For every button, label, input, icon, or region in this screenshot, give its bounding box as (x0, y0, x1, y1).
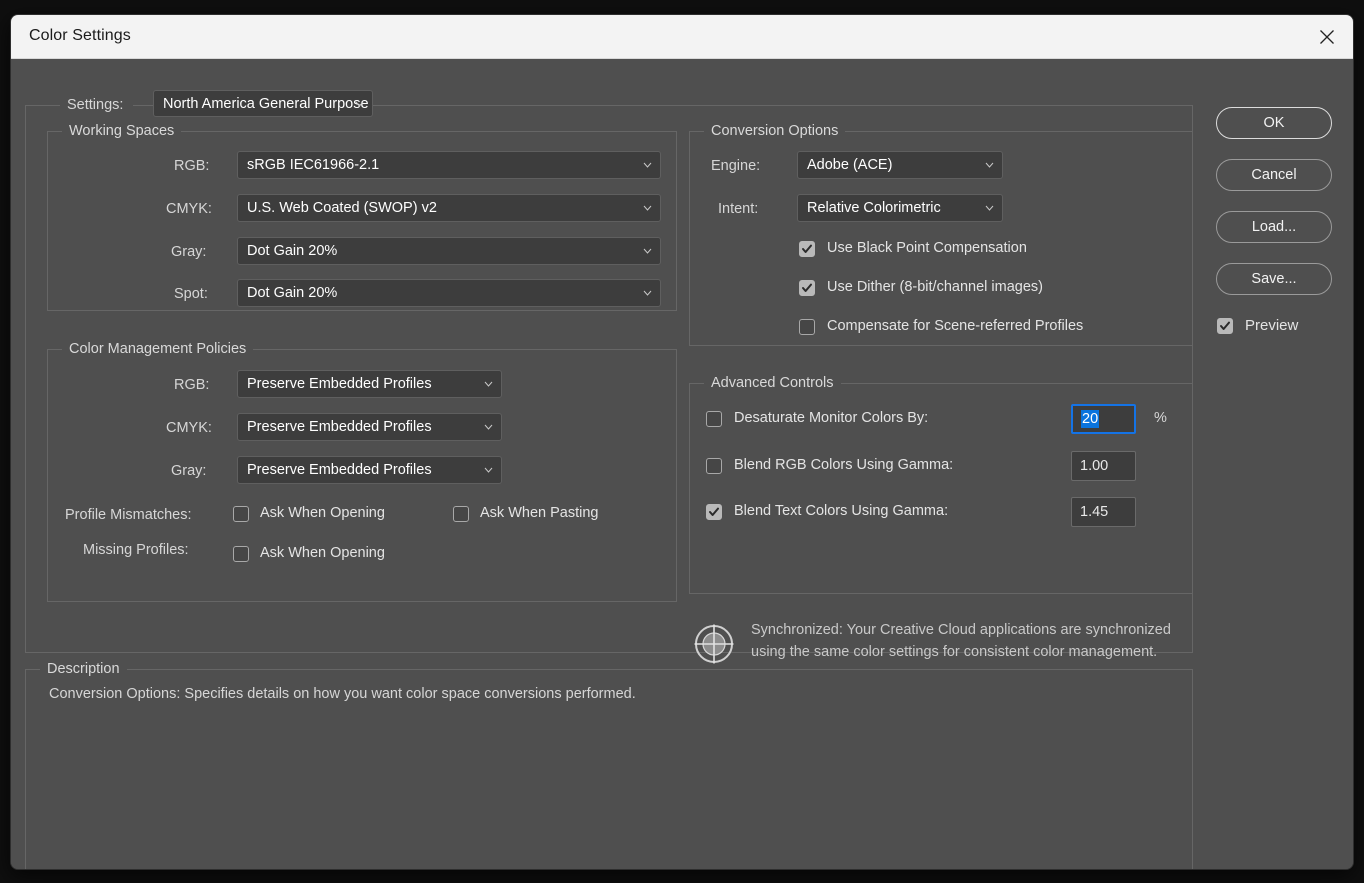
cmp-rgb-value: Preserve Embedded Profiles (247, 376, 432, 392)
preview-label[interactable]: Preview (1245, 317, 1298, 334)
compensate-scene-referred-checkbox[interactable] (799, 319, 815, 335)
ws-spot-label: Spot: (174, 286, 208, 302)
close-icon[interactable] (1301, 15, 1353, 58)
desaturate-percent-label: % (1154, 410, 1167, 426)
settings-preset-dropdown[interactable]: North America General Purpose 2 (153, 90, 373, 117)
ok-button[interactable]: OK (1216, 107, 1332, 139)
blend-rgb-gamma-value: 1.00 (1080, 458, 1109, 474)
window-title: Color Settings (29, 27, 131, 44)
blend-text-gamma-value: 1.45 (1080, 504, 1109, 520)
chevron-down-icon (985, 205, 994, 211)
blend-text-gamma-label[interactable]: Blend Text Colors Using Gamma: (734, 503, 948, 519)
engine-label: Engine: (711, 158, 761, 174)
cmp-gray-value: Preserve Embedded Profiles (247, 462, 432, 478)
cmp-cmyk-label: CMYK: (166, 420, 212, 436)
blend-rgb-gamma-label[interactable]: Blend RGB Colors Using Gamma: (734, 457, 953, 473)
profile-mismatches-ask-opening-checkbox[interactable] (233, 506, 249, 522)
sync-target-icon (692, 622, 736, 666)
profile-mismatches-ask-pasting-label[interactable]: Ask When Pasting (480, 505, 598, 521)
chevron-down-icon (484, 424, 493, 430)
blend-text-gamma-checkbox[interactable] (706, 504, 722, 520)
ws-gray-dropdown[interactable]: Dot Gain 20% (237, 237, 661, 265)
settings-preset-value: North America General Purpose 2 (163, 95, 372, 112)
settings-label: Settings: (67, 97, 124, 113)
chevron-down-icon (643, 248, 652, 254)
use-black-point-compensation-checkbox[interactable] (799, 241, 815, 257)
settings-row: Settings: (60, 97, 134, 113)
ws-rgb-value: sRGB IEC61966-2.1 (247, 157, 380, 173)
conversion-options-legend: Conversion Options (704, 123, 846, 139)
profile-mismatches-ask-opening-label[interactable]: Ask When Opening (260, 505, 385, 521)
missing-profiles-ask-opening-label[interactable]: Ask When Opening (260, 545, 385, 561)
desaturate-monitor-colors-checkbox[interactable] (706, 411, 722, 427)
sync-note-text: Synchronized: Your Creative Cloud applic… (751, 622, 1171, 660)
ws-spot-value: Dot Gain 20% (247, 285, 338, 301)
cmp-cmyk-value: Preserve Embedded Profiles (247, 419, 432, 435)
engine-dropdown[interactable]: Adobe (ACE) (797, 151, 1003, 179)
cmp-gray-label: Gray: (171, 463, 207, 479)
engine-value: Adobe (ACE) (807, 157, 893, 173)
color-settings-dialog: Color Settings Settings: North America G… (10, 14, 1354, 870)
blend-text-gamma-input[interactable]: 1.45 (1071, 497, 1136, 527)
blend-rgb-gamma-checkbox[interactable] (706, 458, 722, 474)
use-dither-checkbox[interactable] (799, 280, 815, 296)
chevron-down-icon (985, 162, 994, 168)
blend-rgb-gamma-input[interactable]: 1.00 (1071, 451, 1136, 481)
ws-cmyk-dropdown[interactable]: U.S. Web Coated (SWOP) v2 (237, 194, 661, 222)
profile-mismatches-label: Profile Mismatches: (65, 507, 192, 523)
use-dither-label[interactable]: Use Dither (8-bit/channel images) (827, 279, 1043, 295)
ws-cmyk-label: CMYK: (166, 201, 212, 217)
intent-value: Relative Colorimetric (807, 200, 941, 216)
chevron-down-icon (484, 467, 493, 473)
missing-profiles-label: Missing Profiles: (83, 542, 189, 558)
intent-label: Intent: (718, 201, 759, 217)
cmp-rgb-label: RGB: (174, 377, 210, 393)
cmp-rgb-dropdown[interactable]: Preserve Embedded Profiles (237, 370, 502, 398)
desaturate-monitor-colors-value: 20 (1081, 410, 1100, 428)
ws-cmyk-value: U.S. Web Coated (SWOP) v2 (247, 200, 437, 216)
chevron-down-icon (484, 381, 493, 387)
use-black-point-compensation-label[interactable]: Use Black Point Compensation (827, 240, 1027, 256)
profile-mismatches-ask-pasting-checkbox[interactable] (453, 506, 469, 522)
description-legend: Description (40, 661, 127, 677)
ws-rgb-dropdown[interactable]: sRGB IEC61966-2.1 (237, 151, 661, 179)
ws-gray-value: Dot Gain 20% (247, 243, 338, 259)
missing-profiles-ask-opening-checkbox[interactable] (233, 546, 249, 562)
chevron-down-icon (643, 290, 652, 296)
compensate-scene-referred-label[interactable]: Compensate for Scene-referred Profiles (827, 318, 1083, 334)
load-button[interactable]: Load... (1216, 211, 1332, 243)
chevron-down-icon (643, 205, 652, 211)
cmp-gray-dropdown[interactable]: Preserve Embedded Profiles (237, 456, 502, 484)
ws-rgb-label: RGB: (174, 158, 210, 174)
chevron-down-icon (355, 101, 364, 107)
working-spaces-legend: Working Spaces (62, 123, 182, 139)
preview-checkbox[interactable] (1217, 318, 1233, 334)
intent-dropdown[interactable]: Relative Colorimetric (797, 194, 1003, 222)
save-button[interactable]: Save... (1216, 263, 1332, 295)
titlebar: Color Settings (11, 15, 1353, 59)
cmp-legend: Color Management Policies (62, 341, 254, 357)
cmp-cmyk-dropdown[interactable]: Preserve Embedded Profiles (237, 413, 502, 441)
chevron-down-icon (643, 162, 652, 168)
dialog-body: Settings: North America General Purpose … (11, 59, 1353, 869)
description-text: Conversion Options: Specifies details on… (49, 686, 636, 702)
cancel-button[interactable]: Cancel (1216, 159, 1332, 191)
desaturate-monitor-colors-label[interactable]: Desaturate Monitor Colors By: (734, 410, 928, 426)
advanced-controls-legend: Advanced Controls (704, 375, 841, 391)
desaturate-monitor-colors-input[interactable]: 20 (1071, 404, 1136, 434)
ws-spot-dropdown[interactable]: Dot Gain 20% (237, 279, 661, 307)
ws-gray-label: Gray: (171, 244, 207, 260)
